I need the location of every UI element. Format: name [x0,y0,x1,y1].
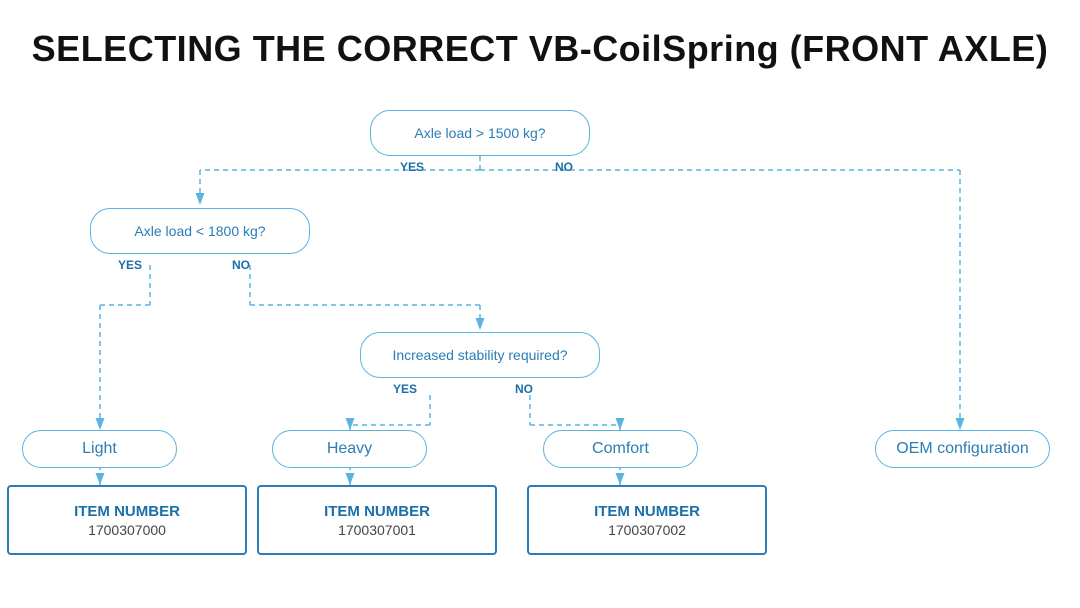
q2-no-label: NO [232,258,250,272]
item-number-1: 1700307000 [88,522,166,538]
result-heavy: Heavy [272,430,427,468]
q3-yes-label: YES [393,382,417,396]
decision-q1: Axle load > 1500 kg? [370,110,590,156]
diagram-area: Axle load > 1500 kg? YES NO Axle load < … [0,90,1080,580]
item-box-2: ITEM NUMBER 1700307001 [257,485,497,555]
q1-yes-label: YES [400,160,424,174]
decision-q2: Axle load < 1800 kg? [90,208,310,254]
result-oem: OEM configuration [875,430,1050,468]
q2-yes-label: YES [118,258,142,272]
result-comfort: Comfort [543,430,698,468]
page-title: SELECTING THE CORRECT VB-CoilSpring (FRO… [0,0,1080,80]
item-number-3: 1700307002 [608,522,686,538]
item-label-2: ITEM NUMBER [324,503,430,520]
item-box-3: ITEM NUMBER 1700307002 [527,485,767,555]
decision-q3: Increased stability required? [360,332,600,378]
q1-no-label: NO [555,160,573,174]
item-label-3: ITEM NUMBER [594,503,700,520]
result-light: Light [22,430,177,468]
item-label-1: ITEM NUMBER [74,503,180,520]
q3-no-label: NO [515,382,533,396]
item-number-2: 1700307001 [338,522,416,538]
item-box-1: ITEM NUMBER 1700307000 [7,485,247,555]
